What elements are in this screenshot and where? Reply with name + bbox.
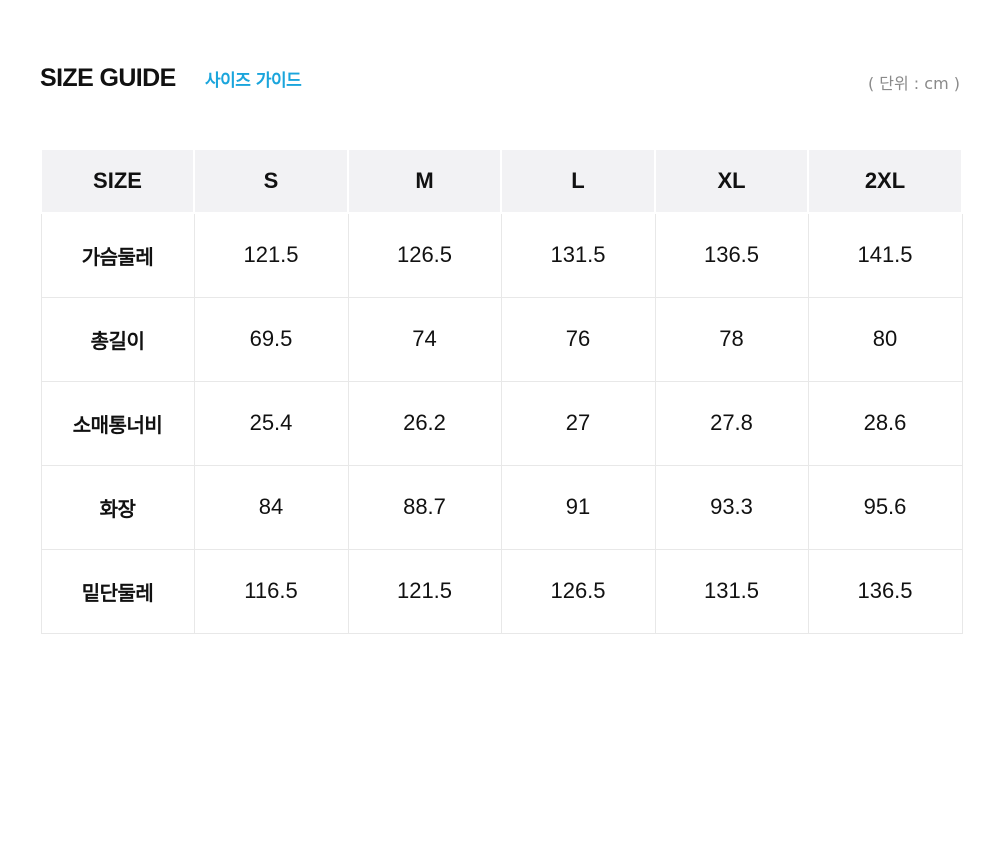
size-table-body: 가슴둘레 121.5 126.5 131.5 136.5 141.5 총길이 6… [40,213,963,634]
size-table-header: SIZE S M L XL 2XL [40,148,963,214]
row-label: 소매통너비 [40,380,195,466]
column-header-2xl: 2XL [807,148,963,214]
page-title: SIZE GUIDE [40,64,176,92]
table-row-total-length: 총길이 69.5 74 76 78 80 [40,296,963,382]
size-guide-header: SIZE GUIDE 사이즈 가이드 ( 단위 : cm ) [40,60,960,100]
column-header-l: L [500,148,656,214]
table-cell: 131.5 [500,213,656,298]
table-row-sleeve-width: 소매통너비 25.4 26.2 27 27.8 28.6 [40,380,963,466]
table-cell: 121.5 [193,213,349,298]
table-row-chest: 가슴둘레 121.5 126.5 131.5 136.5 141.5 [40,213,963,298]
table-cell: 121.5 [347,548,502,634]
table-cell: 136.5 [807,548,963,634]
table-cell: 28.6 [807,380,963,466]
header-row: SIZE S M L XL 2XL [40,148,963,214]
column-header-m: M [347,148,502,214]
row-label: 가슴둘레 [40,213,195,298]
column-header-xl: XL [654,148,809,214]
table-cell: 76 [500,296,656,382]
table-cell: 27 [500,380,656,466]
table-cell: 91 [500,464,656,550]
table-cell: 141.5 [807,213,963,298]
table-cell: 78 [654,296,809,382]
unit-label: ( 단위 : cm ) [867,74,960,93]
table-cell: 131.5 [654,548,809,634]
row-label: 총길이 [40,296,195,382]
table-cell: 74 [347,296,502,382]
table-cell: 126.5 [500,548,656,634]
table-row-hem: 밑단둘레 116.5 121.5 126.5 131.5 136.5 [40,548,963,634]
table-cell: 26.2 [347,380,502,466]
table-cell: 27.8 [654,380,809,466]
size-table: SIZE S M L XL 2XL 가슴둘레 121.5 126.5 131.5… [40,148,963,634]
column-header-size: SIZE [40,148,195,214]
table-cell: 116.5 [193,548,349,634]
row-label: 화장 [40,464,195,550]
table-cell: 25.4 [193,380,349,466]
table-cell: 95.6 [807,464,963,550]
page-subtitle: 사이즈 가이드 [205,71,302,91]
column-header-s: S [193,148,349,214]
table-row-sleeve-length: 화장 84 88.7 91 93.3 95.6 [40,464,963,550]
table-cell: 126.5 [347,213,502,298]
table-cell: 84 [193,464,349,550]
table-cell: 93.3 [654,464,809,550]
row-label: 밑단둘레 [40,548,195,634]
table-cell: 136.5 [654,213,809,298]
table-cell: 69.5 [193,296,349,382]
table-cell: 80 [807,296,963,382]
table-cell: 88.7 [347,464,502,550]
